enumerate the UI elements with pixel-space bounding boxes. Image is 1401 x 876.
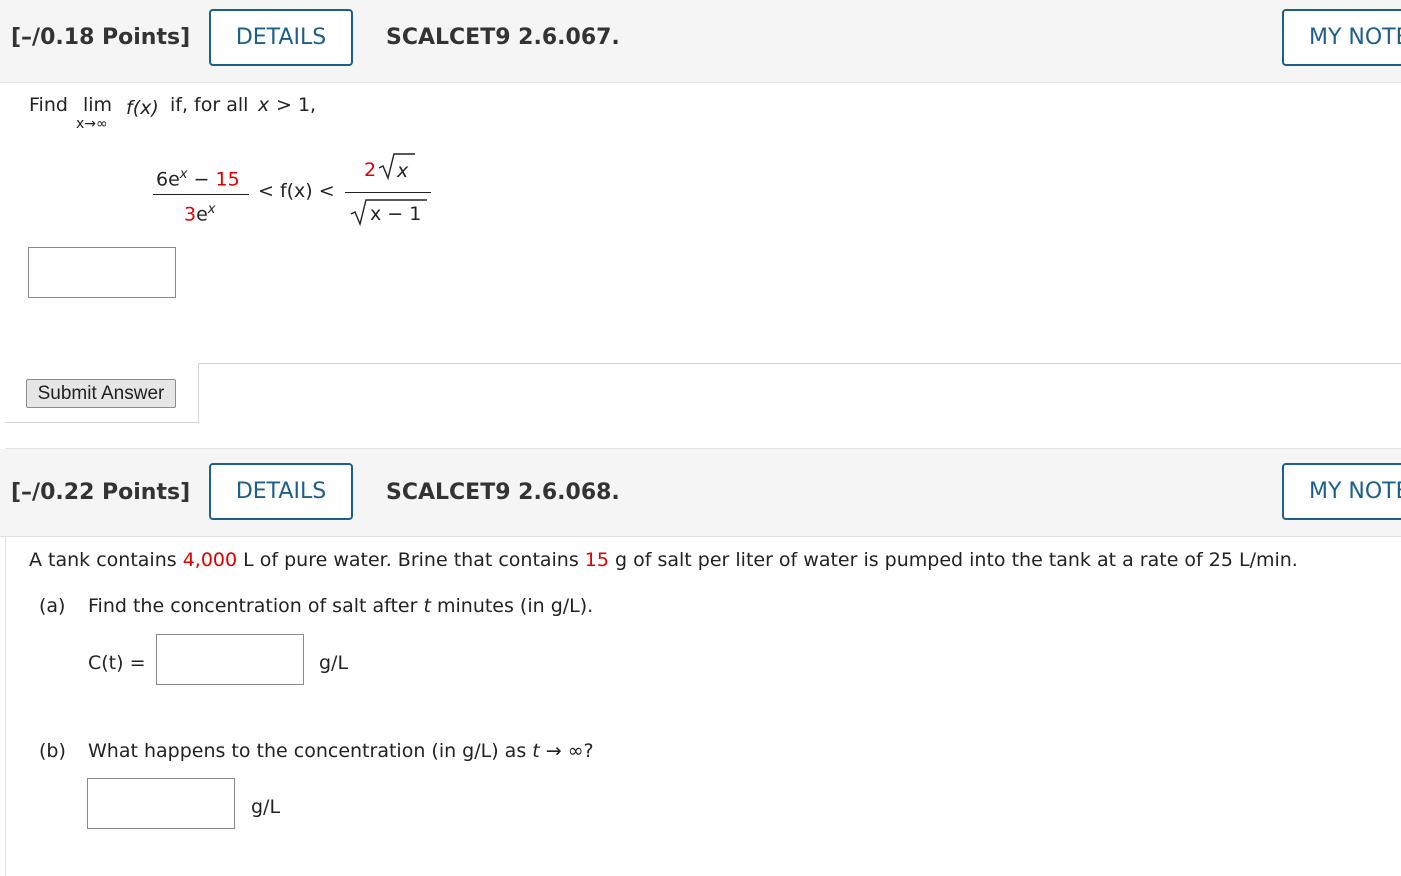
right-fraction-bar [345, 192, 431, 193]
ct-answer-input[interactable] [156, 634, 304, 685]
details-button[interactable]: DETAILS [209, 463, 353, 520]
details-button[interactable]: DETAILS [209, 9, 353, 66]
divider [5, 537, 6, 876]
left-numerator: 6ex − 15 [156, 167, 240, 191]
submit-answer-button[interactable]: Submit Answer [26, 379, 176, 408]
part-a-label: (a) [39, 595, 66, 617]
divider [5, 422, 199, 423]
part-b-question: What happens to the concentration (in g/… [88, 740, 594, 762]
part-b-unit: g/L [251, 796, 281, 818]
right-denominator: x − 1 [370, 203, 422, 225]
prompt-rest: if, for all [170, 94, 249, 116]
problem-statement: A tank contains 4,000 L of pure water. B… [29, 549, 1298, 571]
find-text: Find [29, 94, 68, 116]
prompt-x: x [258, 94, 270, 116]
lim-text: lim [83, 94, 113, 116]
right-numerator-x: x [397, 160, 409, 182]
ct-unit: g/L [319, 652, 349, 674]
prompt-condition: > 1, [276, 94, 317, 116]
ct-label: C(t) = [88, 652, 146, 674]
left-denominator: 3ex [184, 202, 216, 226]
part-a-question: Find the concentration of salt after t m… [88, 595, 594, 617]
points-label: [–/0.18 Points] [11, 25, 191, 50]
divider [198, 363, 199, 423]
answer-input[interactable] [28, 247, 176, 298]
question-header: [–/0.18 Points] DETAILS SCALCET9 2.6.067… [0, 0, 1401, 83]
fx-text: f(x) [126, 97, 159, 119]
question-header: [–/0.22 Points] DETAILS SCALCET9 2.6.068… [0, 449, 1401, 537]
inequality-middle: < f(x) < [258, 180, 335, 202]
question-code: SCALCET9 2.6.067. [386, 25, 620, 50]
left-fraction-bar [153, 194, 249, 195]
lim-subscript: x→∞ [76, 116, 108, 132]
my-notes-button[interactable]: MY NOTES [1282, 9, 1401, 66]
divider [199, 363, 1401, 364]
points-label: [–/0.22 Points] [11, 480, 191, 505]
right-numerator-coef: 2 [364, 159, 377, 181]
question-code: SCALCET9 2.6.068. [386, 480, 620, 505]
my-notes-button[interactable]: MY NOTES [1282, 463, 1401, 520]
part-b-answer-input[interactable] [87, 778, 235, 829]
part-b-label: (b) [39, 740, 66, 762]
